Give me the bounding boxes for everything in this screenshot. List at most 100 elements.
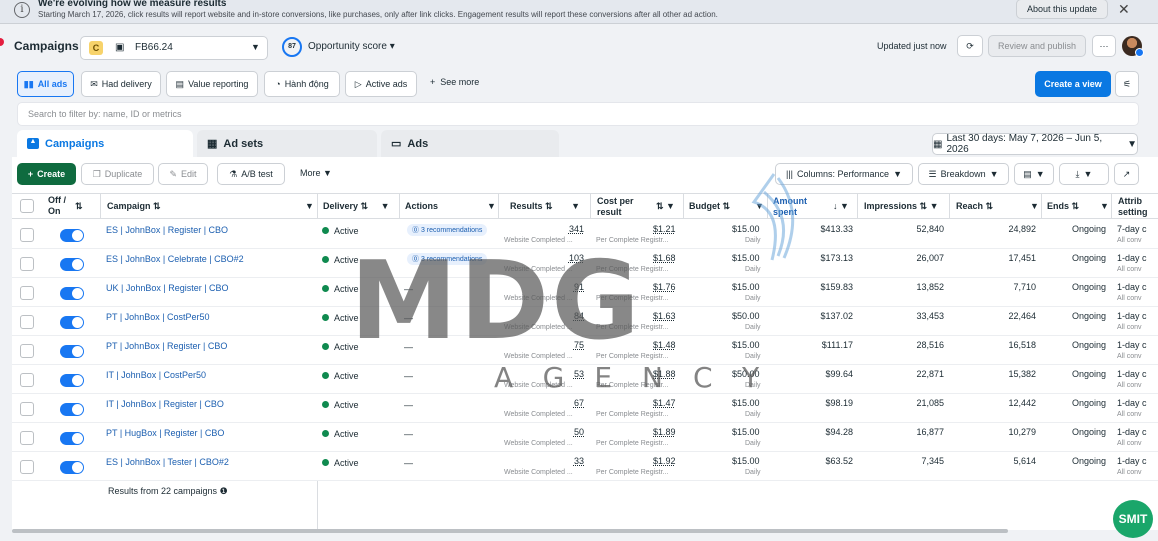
- campaign-name-link[interactable]: IT | JohnBox | Register | CBO: [106, 399, 224, 409]
- col-reach[interactable]: Reach ⇅: [956, 201, 993, 212]
- row-checkbox[interactable]: [20, 286, 34, 300]
- date-range-picker[interactable]: ▦ Last 30 days: May 7, 2026 – Jun 5, 2026…: [932, 133, 1138, 155]
- row-checkbox[interactable]: [20, 431, 34, 445]
- duplicate-button[interactable]: ❐ Duplicate: [81, 163, 154, 185]
- col-label: Results: [510, 201, 543, 211]
- campaign-name-link[interactable]: ES | JohnBox | Register | CBO: [106, 225, 228, 235]
- chevron-down-icon[interactable]: ▼: [1100, 201, 1109, 211]
- row-toggle[interactable]: [60, 316, 84, 329]
- col-actions[interactable]: Actions: [405, 201, 438, 211]
- table-row[interactable]: IT | JohnBox | Register | CBO Active — 67 We…: [12, 394, 1158, 423]
- campaign-name-link[interactable]: PT | HugBox | Register | CBO: [106, 428, 224, 438]
- chevron-down-icon[interactable]: ▼: [305, 201, 314, 211]
- close-icon[interactable]: ✕: [1118, 1, 1130, 18]
- col-label: Impressions: [864, 201, 918, 211]
- col-campaign[interactable]: Campaign ⇅: [107, 201, 161, 212]
- col-attribution[interactable]: Attrib setting: [1118, 196, 1154, 218]
- chip-value-reporting[interactable]: ▤ Value reporting: [166, 71, 258, 97]
- chip-hanh-dong[interactable]: ◔ Hành động: [264, 71, 340, 97]
- results-value[interactable]: 341: [568, 224, 584, 234]
- campaign-name-link[interactable]: PT | JohnBox | Register | CBO: [106, 341, 227, 351]
- search-input[interactable]: Search to filter by: name, ID or metrics: [17, 102, 1139, 126]
- row-toggle[interactable]: [60, 345, 84, 358]
- horizontal-scrollbar[interactable]: [12, 529, 1008, 533]
- breakdown-button[interactable]: ☰ Breakdown ▼: [918, 163, 1009, 185]
- cost-value[interactable]: $1.47: [653, 398, 676, 408]
- cost-value[interactable]: $1.48: [653, 340, 676, 350]
- table-row[interactable]: ES | JohnBox | Tester | CBO#2 Active — 33 We…: [12, 452, 1158, 481]
- table-row[interactable]: PT | HugBox | Register | CBO Active — 50 Web…: [12, 423, 1158, 452]
- cost-value[interactable]: $1.92: [653, 456, 676, 466]
- row-checkbox[interactable]: [20, 460, 34, 474]
- cost-value[interactable]: $1.63: [653, 311, 676, 321]
- chart-button[interactable]: ↗: [1114, 163, 1139, 185]
- campaign-name-link[interactable]: IT | JohnBox | CostPer50: [106, 370, 206, 380]
- calendar-icon: ▦: [933, 138, 943, 150]
- row-checkbox[interactable]: [20, 228, 34, 242]
- refresh-button[interactable]: ⟳: [957, 35, 983, 57]
- campaign-name-link[interactable]: UK | JohnBox | Register | CBO: [106, 283, 229, 293]
- row-checkbox[interactable]: [20, 257, 34, 271]
- row-toggle[interactable]: [60, 432, 84, 445]
- review-publish-button[interactable]: Review and publish: [988, 35, 1086, 57]
- tab-ads[interactable]: ▭ Ads: [381, 130, 559, 157]
- sort-icon[interactable]: ⇅: [75, 201, 83, 212]
- banner-title: We're evolving how we measure results: [38, 0, 227, 9]
- row-checkbox[interactable]: [20, 373, 34, 387]
- cost-value[interactable]: $1.76: [653, 282, 676, 292]
- col-ends[interactable]: Ends ⇅: [1047, 201, 1079, 212]
- ab-test-button[interactable]: ⚗ A/B test: [217, 163, 285, 185]
- cost-value[interactable]: $1.89: [653, 427, 676, 437]
- row-toggle[interactable]: [60, 287, 84, 300]
- col-cost[interactable]: Cost per result: [597, 196, 641, 218]
- about-update-button[interactable]: About this update: [1016, 0, 1108, 19]
- row-checkbox[interactable]: [20, 344, 34, 358]
- reports-button[interactable]: ▤ ▼: [1014, 163, 1054, 185]
- chip-active-ads[interactable]: ▷ Active ads: [345, 71, 417, 97]
- more-options-button[interactable]: ···: [1092, 35, 1116, 57]
- campaign-name-link[interactable]: PT | JohnBox | CostPer50: [106, 312, 210, 322]
- tab-campaigns[interactable]: ▲ Campaigns: [17, 130, 193, 157]
- col-impressions[interactable]: Impressions ⇅ ▼: [864, 201, 938, 212]
- chevron-down-icon[interactable]: ▼: [487, 201, 496, 211]
- account-selector[interactable]: C ▣ FB66.24 ▼: [80, 36, 268, 60]
- row-toggle[interactable]: [60, 403, 84, 416]
- col-results[interactable]: Results ⇅ ▼: [510, 201, 580, 212]
- export-button[interactable]: ⤓ ▼: [1059, 163, 1109, 185]
- row-checkbox[interactable]: [20, 315, 34, 329]
- status-dot: [322, 372, 329, 379]
- row-toggle[interactable]: [60, 258, 84, 271]
- chip-had-delivery[interactable]: ✉ Had delivery: [81, 71, 161, 97]
- create-button[interactable]: + Create: [17, 163, 76, 185]
- more-button[interactable]: More ▼: [300, 168, 332, 190]
- campaign-name-link[interactable]: ES | JohnBox | Tester | CBO#2: [106, 457, 229, 467]
- tab-adsets[interactable]: ▦ Ad sets: [197, 130, 377, 157]
- cost-value[interactable]: $1.68: [653, 253, 676, 263]
- col-offon[interactable]: Off / On: [48, 195, 74, 217]
- recommendations-badge[interactable]: ⓪ 3 recommendations: [407, 224, 488, 236]
- cost-value[interactable]: $1.21: [653, 224, 676, 234]
- chip-see-more[interactable]: + See more: [430, 77, 479, 103]
- row-toggle[interactable]: [60, 374, 84, 387]
- create-view-button[interactable]: Create a view: [1035, 71, 1111, 97]
- delivery-label: Active: [334, 429, 359, 439]
- row-toggle[interactable]: [60, 461, 84, 474]
- edit-button[interactable]: ✎ Edit: [158, 163, 208, 185]
- filter-settings-button[interactable]: ⚟: [1115, 71, 1139, 97]
- chevron-down-icon[interactable]: ▼: [1030, 201, 1039, 211]
- results-value[interactable]: 33: [568, 456, 584, 466]
- results-value[interactable]: 67: [568, 398, 584, 408]
- row-toggle[interactable]: [60, 229, 84, 242]
- sort-icon[interactable]: ⇅ ▼: [656, 201, 675, 212]
- col-delivery[interactable]: Delivery ⇅ ▼: [323, 201, 390, 212]
- sort-desc-icon[interactable]: ↓ ▼: [833, 201, 849, 211]
- row-checkbox[interactable]: [20, 402, 34, 416]
- results-value[interactable]: 50: [568, 427, 584, 437]
- select-all-checkbox[interactable]: [20, 199, 34, 213]
- campaign-name-link[interactable]: ES | JohnBox | Celebrate | CBO#2: [106, 254, 244, 264]
- ends-value: Ongoing: [1072, 224, 1107, 234]
- attribution-value: 1-day c: [1117, 398, 1147, 408]
- col-budget[interactable]: Budget ⇅: [689, 201, 730, 212]
- chip-all-ads[interactable]: ▮▮ All ads: [17, 71, 74, 97]
- breakdown-label: Breakdown: [940, 169, 986, 179]
